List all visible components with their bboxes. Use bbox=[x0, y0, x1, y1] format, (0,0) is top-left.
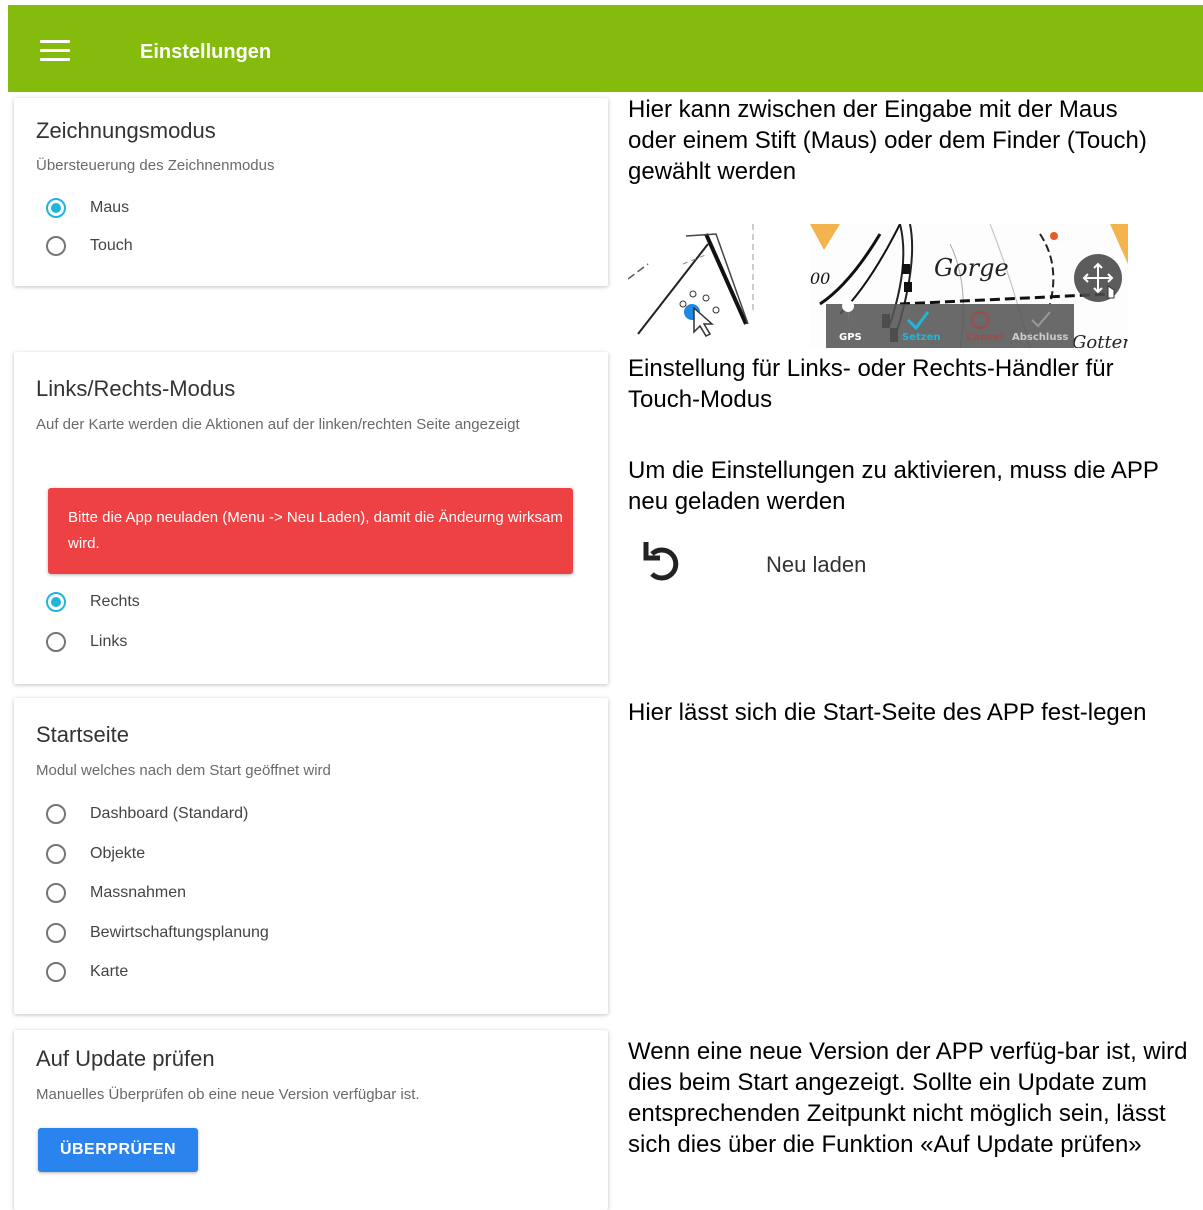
radio-selected-icon[interactable] bbox=[46, 198, 66, 218]
set-action-label[interactable]: Setzen bbox=[902, 332, 941, 343]
radio-empty-icon[interactable] bbox=[46, 923, 66, 943]
radio-empty-icon[interactable] bbox=[46, 236, 66, 256]
note-update: Wenn eine neue Version der APP verfüg-ba… bbox=[628, 1038, 1188, 1158]
reload-menu-item[interactable]: Neu laden bbox=[640, 540, 940, 590]
note-start-page: Hier lässt sich die Start-Seite des APP … bbox=[628, 699, 1147, 726]
start-page-card: Startseite Modul welches nach dem Start … bbox=[14, 698, 608, 1014]
radio-empty-icon[interactable] bbox=[46, 844, 66, 864]
radio-label: Bewirtschaftungsplanung bbox=[90, 924, 269, 941]
radio-label: Rechts bbox=[90, 593, 140, 610]
radio-empty-icon[interactable] bbox=[46, 962, 66, 982]
map-mouse-svg bbox=[628, 224, 754, 337]
radio-label: Maus bbox=[90, 199, 130, 216]
hand-mode-card: Links/Rechts-Modus Auf der Karte werden … bbox=[14, 352, 608, 684]
radio-label: Massnahmen bbox=[90, 884, 187, 901]
check-update-button[interactable]: ÜBERPRÜFEN bbox=[38, 1128, 198, 1172]
radio-option-touch[interactable]: Touch bbox=[46, 234, 133, 258]
update-title: Auf Update prüfen bbox=[36, 1046, 215, 1071]
radio-option-maus[interactable]: Maus bbox=[46, 196, 129, 220]
radio-selected-icon[interactable] bbox=[46, 592, 66, 612]
gps-action-label[interactable]: GPS bbox=[839, 332, 862, 343]
radio-label: Touch bbox=[90, 237, 133, 254]
reload-label: Neu laden bbox=[766, 552, 867, 577]
page-title: Einstellungen bbox=[140, 41, 272, 63]
drawing-mode-card: Zeichnungsmodus Übersteuerung des Zeichn… bbox=[14, 98, 608, 286]
update-card: Auf Update prüfen Manuelles Überprüfen o… bbox=[14, 1030, 608, 1210]
radio-option-karte[interactable]: Karte bbox=[46, 960, 128, 984]
radio-label: Objekte bbox=[90, 845, 146, 862]
finish-action-label[interactable]: Abschluss bbox=[1012, 332, 1068, 343]
start-page-subtitle: Modul welches nach dem Start geöffnet wi… bbox=[36, 762, 331, 779]
radio-label: Karte bbox=[90, 963, 129, 980]
radio-empty-icon[interactable] bbox=[46, 883, 66, 903]
drawing-mode-title: Zeichnungsmodus bbox=[36, 118, 216, 143]
map-place-label: Gorge bbox=[934, 254, 1009, 282]
hand-mode-title: Links/Rechts-Modus bbox=[36, 376, 236, 401]
radio-option-massnahmen[interactable]: Massnahmen bbox=[46, 881, 186, 905]
radio-label: Dashboard (Standard) bbox=[90, 805, 249, 822]
map-place-label-2: Gotter bbox=[1072, 332, 1128, 348]
radio-option-dashboard[interactable]: Dashboard (Standard) bbox=[46, 802, 248, 826]
map-touch-svg: 00 Gorge Gotter GPS Setzen Cancel Abschl… bbox=[810, 224, 1128, 348]
map-mouse-example-image bbox=[628, 224, 758, 348]
undo-icon bbox=[643, 542, 679, 581]
radio-option-bewirtschaftungsplanung[interactable]: Bewirtschaftungsplanung bbox=[46, 921, 269, 945]
reload-warning-alert: Bitte die App neuladen (Menu -> Neu Lade… bbox=[48, 488, 573, 574]
start-page-title: Startseite bbox=[36, 722, 129, 747]
radio-empty-icon[interactable] bbox=[46, 632, 66, 652]
hamburger-menu-icon[interactable] bbox=[40, 40, 70, 62]
drawing-mode-subtitle: Übersteuerung des Zeichnenmodus bbox=[36, 157, 275, 174]
cancel-action-label[interactable]: Cancel bbox=[966, 332, 1003, 343]
map-touch-example-image: 00 Gorge Gotter GPS Setzen Cancel Abschl… bbox=[810, 224, 1128, 348]
radio-option-objekte[interactable]: Objekte bbox=[46, 842, 145, 866]
radio-option-rechts[interactable]: Rechts bbox=[46, 590, 140, 614]
radio-label: Links bbox=[90, 633, 128, 650]
radio-empty-icon[interactable] bbox=[46, 804, 66, 824]
note-hand-mode: Einstellung für Links- oder Rechts-Händl… bbox=[628, 355, 1114, 413]
update-subtitle: Manuelles Überprüfen ob eine neue Versio… bbox=[36, 1086, 420, 1103]
radio-option-links[interactable]: Links bbox=[46, 630, 127, 654]
note-reload-info: Um die Einstellungen zu aktivieren, muss… bbox=[628, 457, 1159, 515]
hand-mode-subtitle: Auf der Karte werden die Aktionen auf de… bbox=[36, 416, 520, 433]
app-bar: Einstellungen bbox=[8, 5, 1203, 92]
map-road-label: 00 bbox=[810, 269, 830, 288]
note-drawing-mode: Hier kann zwischen der Eingabe mit der M… bbox=[628, 96, 1147, 185]
